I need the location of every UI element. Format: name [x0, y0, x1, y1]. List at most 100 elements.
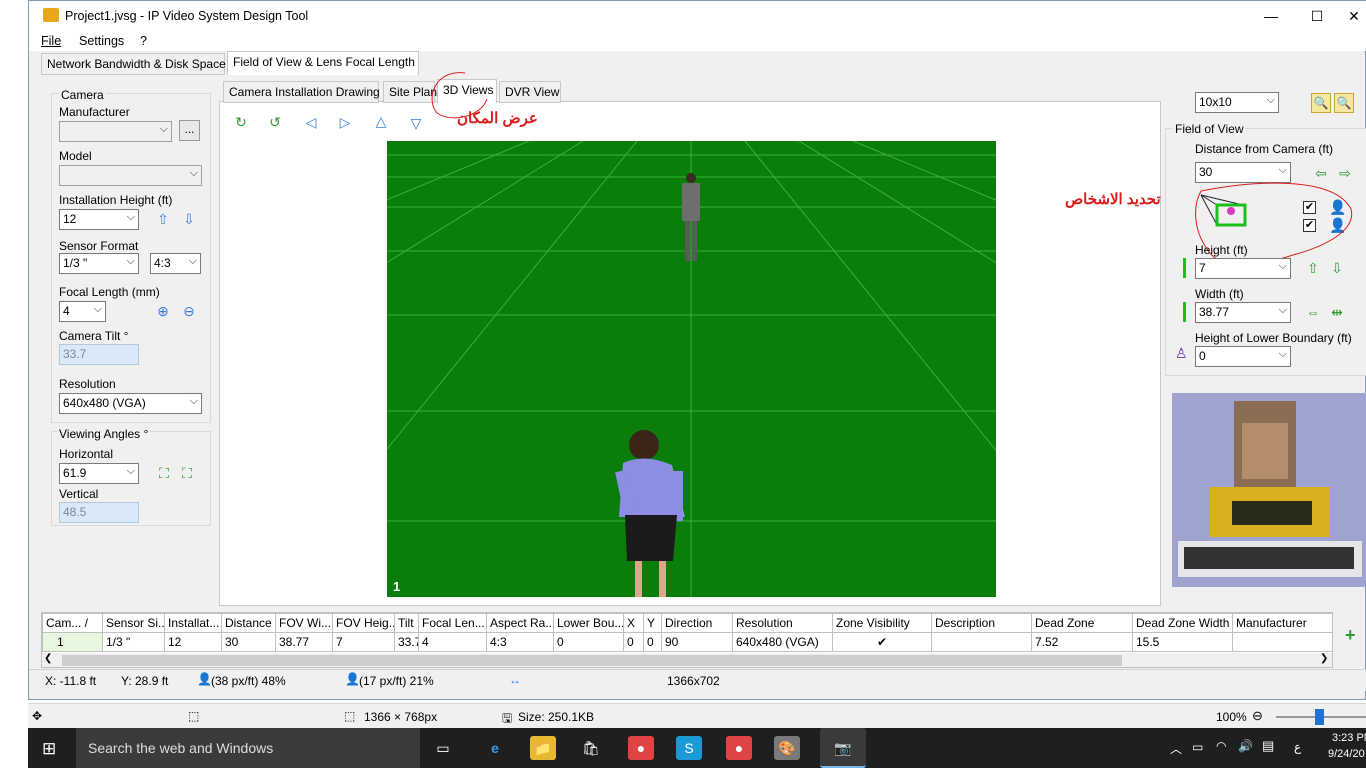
clock-time[interactable]: 3:23 PM [1332, 732, 1366, 744]
table-cell[interactable]: 4 [418, 632, 487, 652]
pan-up-icon[interactable]: △ [371, 111, 391, 131]
table-cell[interactable]: 12 [164, 632, 222, 652]
pan-right-icon[interactable]: ▷ [335, 112, 355, 132]
table-cell[interactable]: 7.52 [1031, 632, 1133, 652]
table-cell[interactable]: 15.5 [1132, 632, 1233, 652]
tab-network-bandwidth[interactable]: Network Bandwidth & Disk Space [41, 53, 226, 75]
skype-icon[interactable]: S [676, 736, 702, 760]
tab-camera-installation[interactable]: Camera Installation Drawing [223, 81, 380, 103]
table-cell[interactable]: 1/3 " [102, 632, 165, 652]
resolution-select[interactable]: 640x480 (VGA) ⌵ [59, 393, 202, 414]
menu-settings[interactable]: Settings [79, 34, 124, 48]
table-cell[interactable]: 7 [332, 632, 395, 652]
table-header-cell[interactable]: Y [643, 613, 662, 633]
table-cell[interactable]: ✔ [832, 632, 932, 652]
table-cell[interactable]: 0 [553, 632, 624, 652]
width-select[interactable]: 38.77 ⌵ [1195, 302, 1291, 323]
table-cell[interactable] [931, 632, 1032, 652]
edge-icon[interactable]: e [482, 736, 508, 760]
zoom-out-icon[interactable]: ⊖ [179, 301, 199, 321]
search-box[interactable]: Search the web and Windows [76, 728, 420, 768]
rotate-left-icon[interactable]: ↻ [231, 112, 251, 132]
arrow-left-icon[interactable]: ⇦ [1311, 163, 1331, 183]
table-cell[interactable]: 4:3 [486, 632, 554, 652]
table-header-cell[interactable]: Sensor Si... [102, 613, 165, 633]
paint-icon[interactable]: 🎨 [774, 736, 800, 760]
table-cell[interactable]: 0 [623, 632, 644, 652]
distance-select[interactable]: 30 ⌵ [1195, 162, 1291, 183]
table-header-cell[interactable]: Aspect Ra... [486, 613, 554, 633]
notification-icon[interactable]: ▤ [1262, 738, 1274, 754]
wifi-icon[interactable]: ◠ [1216, 739, 1226, 753]
store-icon[interactable]: 🛍 [578, 736, 604, 760]
table-header-cell[interactable]: Focal Len... [418, 613, 487, 633]
table-cell[interactable]: 33.7 [394, 632, 419, 652]
menu-help[interactable]: ? [140, 34, 147, 48]
windows-start-icon[interactable]: ⊞ [42, 739, 56, 759]
chevron-up-icon[interactable]: ︿ [1170, 740, 1182, 757]
table-cell[interactable]: 640x480 (VGA) [732, 632, 833, 652]
table-header-cell[interactable]: FOV Wi... [275, 613, 333, 633]
language-indicator[interactable]: ع [1294, 740, 1301, 754]
maximize-button[interactable]: ☐ [1297, 5, 1337, 27]
zoom-out-icon[interactable]: 🔍 [1334, 93, 1354, 113]
zoom-in-icon[interactable]: 🔍 [1311, 93, 1331, 113]
pan-left-icon[interactable]: ◁ [301, 112, 321, 132]
zoom-out-button[interactable]: ⊖ [1252, 708, 1263, 724]
clock-date[interactable]: 9/24/20 [1328, 748, 1365, 760]
task-view-icon[interactable]: ▭ [430, 736, 456, 760]
scrollbar-thumb[interactable] [62, 655, 1122, 666]
table-cell[interactable]: 0 [643, 632, 662, 652]
table-header-cell[interactable]: Zone Visibility [832, 613, 932, 633]
chrome-icon[interactable]: ● [628, 736, 654, 760]
grid-size-select[interactable]: 10x10 ⌵ [1195, 92, 1279, 113]
volume-icon[interactable]: 🔊 [1238, 739, 1253, 753]
ipvideo-app-icon[interactable]: 📷 [820, 728, 866, 768]
table-cell[interactable]: 38.77 [275, 632, 333, 652]
arrow-down-icon[interactable]: ⇩ [1327, 258, 1347, 278]
shrink-width-icon[interactable]: ⇹ [1327, 302, 1347, 322]
minimize-button[interactable]: — [1251, 5, 1291, 27]
table-cell[interactable] [1232, 632, 1332, 652]
table-header-cell[interactable]: Cam... / [42, 613, 103, 633]
model-select[interactable]: ⌵ [59, 165, 202, 186]
rotate-right-icon[interactable]: ↺ [265, 112, 285, 132]
table-cell[interactable]: 90 [661, 632, 733, 652]
table-header-cell[interactable]: Dead Zone [1031, 613, 1133, 633]
manufacturer-select[interactable]: ⌵ [59, 121, 172, 142]
table-header-cell[interactable]: Manufacturer [1232, 613, 1332, 633]
arrow-up-icon[interactable]: ⇧ [1303, 258, 1323, 278]
table-header-cell[interactable]: Resolution [732, 613, 833, 633]
arrow-right-icon[interactable]: ⇨ [1335, 163, 1355, 183]
expand-width-icon[interactable]: ⇔ [1303, 302, 1323, 322]
focal-length-select[interactable]: 4 ⌵ [59, 301, 106, 322]
table-header-cell[interactable]: X [623, 613, 644, 633]
arrow-up-icon[interactable]: ⇧ [153, 209, 173, 229]
table-header-cell[interactable]: Tilt [394, 613, 419, 633]
lower-boundary-select[interactable]: 0 ⌵ [1195, 346, 1291, 367]
zoom-slider-thumb[interactable] [1315, 709, 1324, 725]
table-header-cell[interactable]: Direction [661, 613, 733, 633]
install-height-select[interactable]: 12 ⌵ [59, 209, 139, 230]
table-header-cell[interactable]: Lower Bou... [553, 613, 624, 633]
scroll-left-icon[interactable]: ❮ [44, 653, 52, 664]
aspect-ratio-select[interactable]: 4:3 ⌵ [150, 253, 201, 274]
shrink-icon[interactable]: ⛶ [177, 463, 197, 483]
close-button[interactable]: ✕ [1341, 5, 1366, 27]
chrome-icon-2[interactable]: ● [726, 736, 752, 760]
add-camera-icon[interactable]: + [1345, 625, 1356, 646]
battery-icon[interactable]: ▭ [1192, 740, 1203, 754]
horizontal-angle-select[interactable]: 61.9 ⌵ [59, 463, 139, 484]
tab-field-of-view[interactable]: Field of View & Lens Focal Length [227, 51, 419, 75]
pan-down-icon[interactable]: ▽ [406, 113, 426, 133]
table-cell[interactable]: 30 [221, 632, 276, 652]
3d-viewport[interactable]: 1 [387, 141, 996, 597]
expand-icon[interactable]: ⛶ [154, 463, 174, 483]
table-header-cell[interactable]: Installat... [164, 613, 222, 633]
table-header-cell[interactable]: FOV Heig... [332, 613, 395, 633]
horizontal-scrollbar[interactable]: ❮ ❯ [42, 653, 1332, 667]
manufacturer-more-button[interactable]: ... [179, 120, 200, 141]
table-row[interactable]: 11/3 "123038.77733.744:300090640x480 (VG… [42, 632, 1332, 652]
scroll-right-icon[interactable]: ❯ [1320, 653, 1328, 664]
menu-file[interactable]: File [41, 34, 61, 48]
